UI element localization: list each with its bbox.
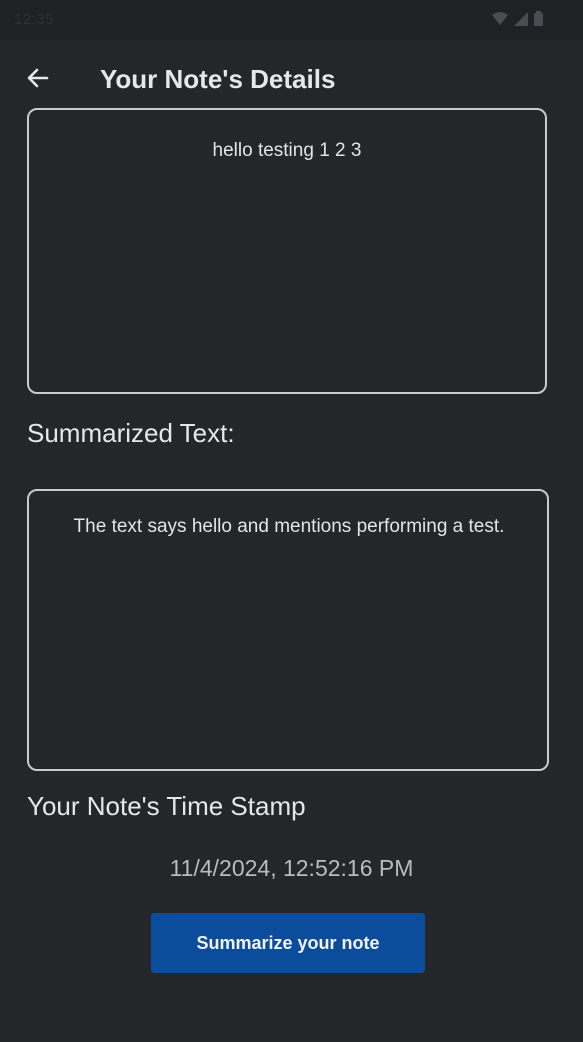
summary-text-area[interactable]: The text says hello and mentions perform… (27, 489, 549, 771)
arrow-left-icon (26, 66, 50, 95)
back-button[interactable] (18, 60, 58, 100)
status-icons (492, 11, 543, 26)
summary-label: Summarized Text: (27, 418, 235, 448)
status-bar: 12:35 (0, 0, 583, 40)
note-text: hello testing 1 2 3 (212, 140, 362, 161)
signal-icon (514, 11, 528, 26)
timestamp-value: 11/4/2024, 12:52:16 PM (169, 855, 414, 881)
wifi-icon (492, 11, 508, 26)
page-title: Your Note's Details (100, 64, 336, 94)
timestamp-label: Your Note's Time Stamp (27, 791, 306, 821)
status-time: 12:35 (14, 11, 55, 28)
summary-text: The text says hello and mentions perform… (73, 516, 505, 537)
summarize-button[interactable]: Summarize your note (151, 913, 425, 973)
note-text-area[interactable]: hello testing 1 2 3 (27, 108, 547, 394)
battery-icon (534, 11, 543, 26)
app-bar: Your Note's Details (0, 40, 583, 116)
